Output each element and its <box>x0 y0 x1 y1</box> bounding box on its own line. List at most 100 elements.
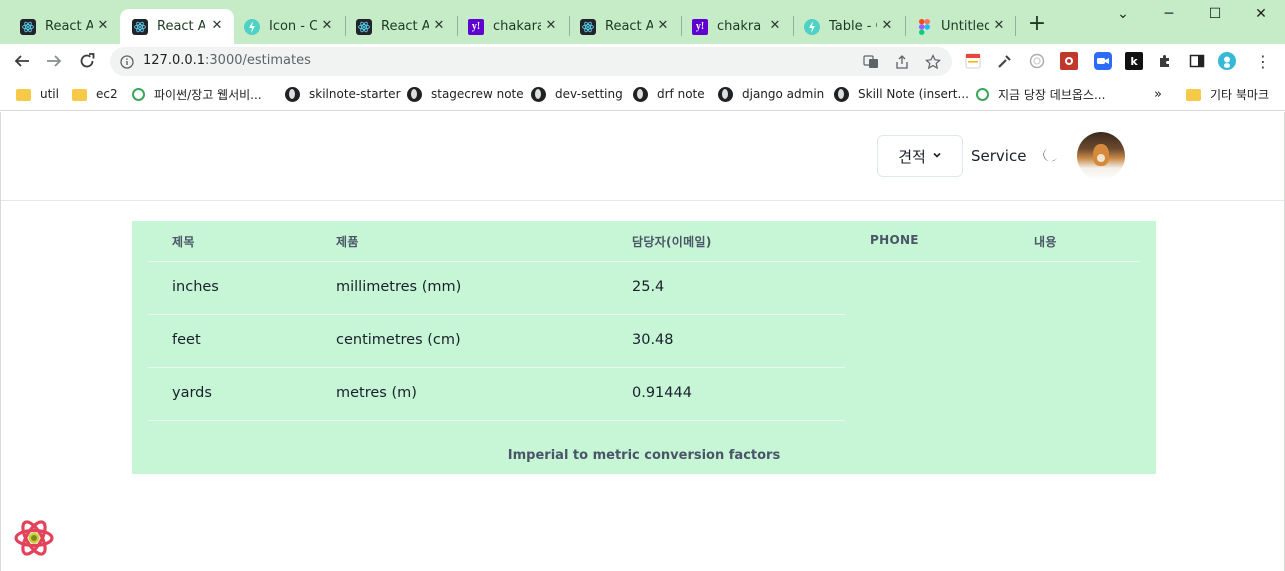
column-header: 제목 <box>172 235 195 249</box>
bookmarks-overflow-button[interactable]: » <box>1154 87 1162 102</box>
minimize-button[interactable]: ─ <box>1159 6 1179 22</box>
table-cell: 25.4 <box>632 279 665 295</box>
eyedropper-extension-icon[interactable] <box>996 52 1014 70</box>
ring-extension-icon[interactable] <box>1028 52 1046 70</box>
tab-icon-chakra[interactable]: Icon - Chakra UI ✕ <box>232 9 344 44</box>
tab-title: React App <box>381 19 429 34</box>
kebab-menu-icon[interactable]: ⋮ <box>1254 52 1272 71</box>
ring-icon <box>132 87 145 101</box>
react-query-devtools-icon[interactable] <box>13 517 55 559</box>
moon-icon[interactable] <box>1041 147 1059 165</box>
tab-yahoo-chakara[interactable]: y! chakara ui ✕ <box>456 9 568 44</box>
bookmark-item[interactable]: stagecrew note <box>407 85 524 103</box>
bookmark-item[interactable]: Skill Note (insert... <box>834 85 969 103</box>
tab-strip: React App ✕ React App ✕ Icon - Chakra UI… <box>0 0 1285 44</box>
tab-react-app-5[interactable]: React App ✕ <box>568 9 680 44</box>
tab-close-icon[interactable]: ✕ <box>319 18 335 34</box>
globe-icon <box>531 86 546 102</box>
bookmark-item[interactable]: 파이썬/장고 웹서비... <box>132 85 262 103</box>
bookmark-label: 기타 북마크 <box>1210 87 1270 102</box>
maximize-button[interactable]: ☐ <box>1205 6 1225 22</box>
bookmark-item[interactable]: ec2 <box>72 85 118 103</box>
yahoo-icon: y! <box>468 18 484 35</box>
app-header: 견적 Service <box>1 112 1284 201</box>
tab-close-icon[interactable]: ✕ <box>879 18 895 34</box>
tab-title: React App <box>605 19 653 34</box>
tab-close-icon[interactable]: ✕ <box>767 18 783 34</box>
dog-photo <box>1093 144 1109 166</box>
avatar[interactable] <box>1077 132 1125 180</box>
table-cell: 0.91444 <box>632 385 692 401</box>
red-extension-icon[interactable] <box>1060 52 1078 70</box>
ring-icon <box>976 87 989 101</box>
minimize-chevron-icon[interactable]: ⌄ <box>1113 6 1133 22</box>
bookmark-item[interactable]: django admin <box>718 85 824 103</box>
zoom-extension-icon[interactable] <box>1094 52 1112 70</box>
toolbar: 127.0.0.1:3000/estimates k ⋮ <box>0 44 1285 79</box>
bookmark-label: 파이썬/장고 웹서비... <box>154 87 262 102</box>
table-cell: yards <box>172 385 212 401</box>
url-text[interactable]: 127.0.0.1:3000/estimates <box>143 53 311 68</box>
react-icon <box>20 18 36 35</box>
bookmark-label: Skill Note (insert... <box>858 87 969 101</box>
tab-close-icon[interactable]: ✕ <box>209 18 225 34</box>
tab-title: Icon - Chakra UI <box>269 19 317 34</box>
estimate-menu-button[interactable]: 견적 <box>877 135 963 177</box>
bookmarks-bar: util ec2 파이썬/장고 웹서비... skilnote-starter … <box>0 79 1285 111</box>
table-cell: millimetres (mm) <box>336 279 462 295</box>
tab-react-app-1[interactable]: React App ✕ <box>8 9 120 44</box>
row-divider <box>148 314 845 315</box>
app-page: 견적 Service 제목 제품 담당자(이메일) PHONE 내용 inche… <box>0 112 1285 571</box>
share-icon[interactable] <box>893 53 911 71</box>
tab-title: chakara ui <box>493 19 541 34</box>
column-header: 담당자(이메일) <box>632 235 712 249</box>
tab-figma-untitled[interactable]: Untitled ✕ <box>904 9 1016 44</box>
globe-icon <box>834 86 849 102</box>
tab-close-icon[interactable]: ✕ <box>431 18 447 34</box>
table-caption: Imperial to metric conversion factors <box>507 448 781 463</box>
column-header: PHONE <box>870 233 919 247</box>
tab-close-icon[interactable]: ✕ <box>655 18 671 34</box>
close-window-button[interactable]: ✕ <box>1251 6 1271 22</box>
tab-close-icon[interactable]: ✕ <box>543 18 559 34</box>
url-path: :3000/estimates <box>205 53 311 68</box>
tab-close-icon[interactable]: ✕ <box>991 18 1007 34</box>
globe-icon <box>718 86 733 102</box>
side-panel-icon[interactable] <box>1188 52 1206 70</box>
address-bar[interactable]: 127.0.0.1:3000/estimates <box>110 47 952 76</box>
reload-icon[interactable] <box>77 51 97 71</box>
site-info-icon[interactable] <box>118 53 136 71</box>
other-bookmarks-folder[interactable]: 기타 북마크 <box>1186 85 1269 103</box>
calendar-extension-icon[interactable] <box>964 52 982 70</box>
tab-title: React App <box>45 19 93 34</box>
bookmark-star-icon[interactable] <box>924 53 942 71</box>
menu-button-label: 견적 <box>898 147 926 166</box>
tab-react-app-active[interactable]: React App ✕ <box>120 9 234 44</box>
column-header: 제품 <box>336 235 359 249</box>
tab-separator <box>1015 16 1016 36</box>
bookmark-item[interactable]: drf note <box>633 85 705 103</box>
tab-yahoo-chakra[interactable]: y! chakra ui ✕ <box>680 9 792 44</box>
translate-icon[interactable] <box>862 53 880 71</box>
tab-title: Table - Chakra UI <box>829 19 877 34</box>
bookmark-item[interactable]: util <box>16 85 59 103</box>
puzzle-extensions-icon[interactable] <box>1156 52 1174 70</box>
service-link[interactable]: Service <box>971 147 1026 165</box>
tab-close-icon[interactable]: ✕ <box>95 18 111 34</box>
bookmark-item[interactable]: dev-setting <box>531 85 623 103</box>
tab-table-chakra[interactable]: Table - Chakra UI ✕ <box>792 9 904 44</box>
new-tab-button[interactable]: + <box>1026 13 1048 35</box>
browser-window: React App ✕ React App ✕ Icon - Chakra UI… <box>0 0 1285 571</box>
bookmark-item[interactable]: 지금 당장 데브옵스... <box>976 85 1105 103</box>
forward-icon[interactable] <box>44 51 64 71</box>
profile-avatar-icon[interactable] <box>1218 52 1236 70</box>
chakra-icon <box>804 18 820 35</box>
tab-title: Untitled <box>941 19 989 34</box>
globe-icon <box>633 86 648 102</box>
chevron-down-icon <box>932 150 942 163</box>
back-icon[interactable] <box>12 51 32 71</box>
tab-react-app-3[interactable]: React App ✕ <box>344 9 456 44</box>
k-extension-icon[interactable]: k <box>1125 52 1143 70</box>
row-divider <box>148 420 845 421</box>
bookmark-item[interactable]: skilnote-starter <box>285 85 401 103</box>
